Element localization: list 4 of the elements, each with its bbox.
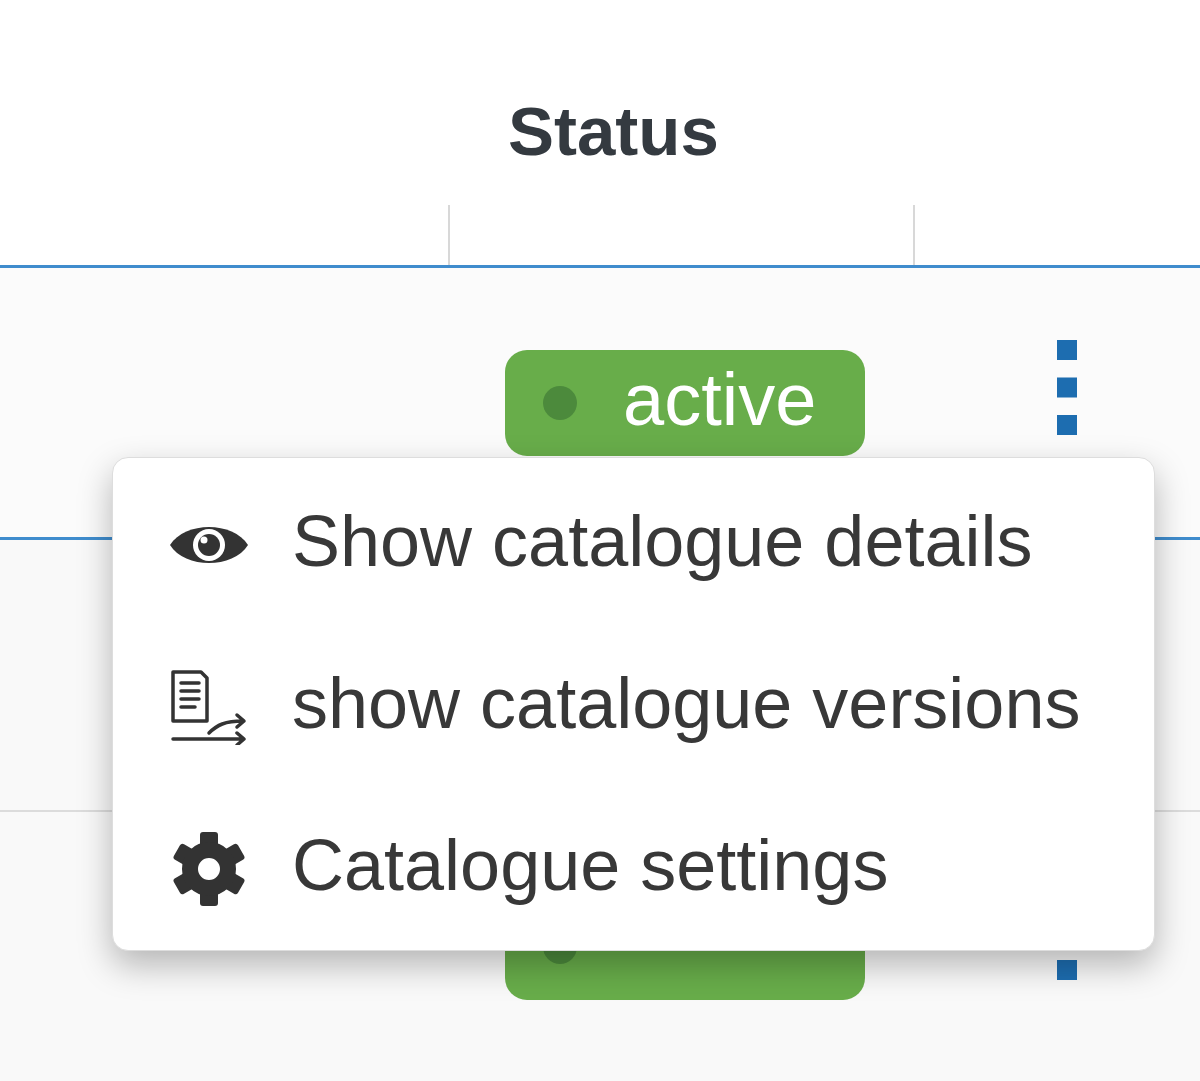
column-heading: Status (508, 97, 719, 167)
menu-item-label: show catalogue versions (292, 667, 1081, 745)
status-label: active (623, 362, 817, 443)
menu-item-label: Catalogue settings (292, 829, 889, 907)
